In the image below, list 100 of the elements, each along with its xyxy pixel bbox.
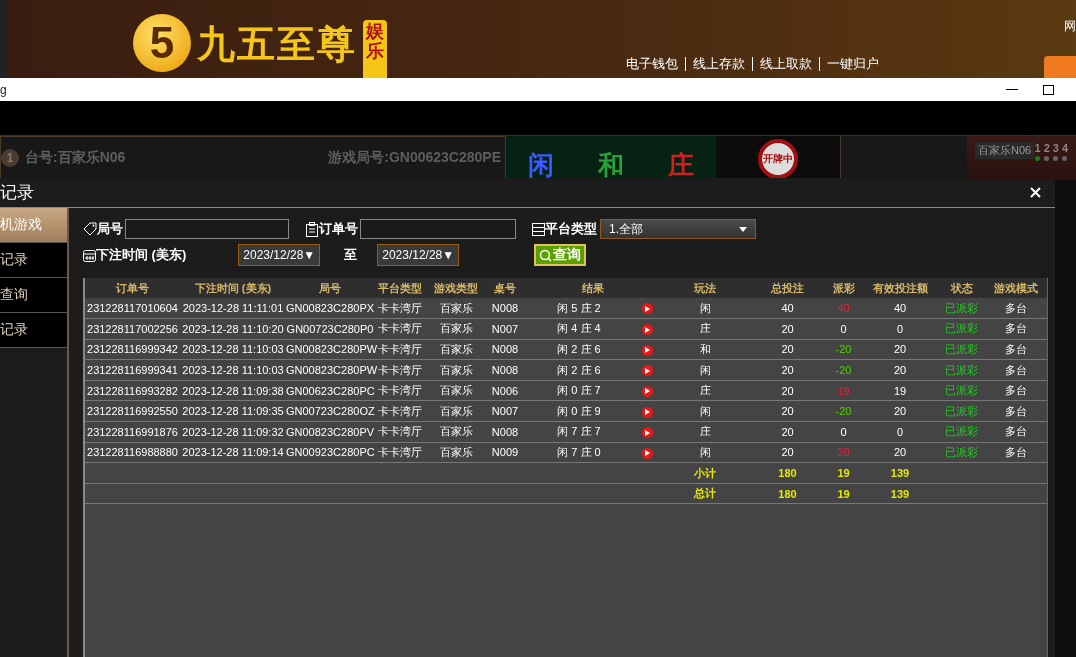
maximize-icon[interactable] <box>1043 84 1054 95</box>
table-cell: 闲 0 庄 7 <box>524 380 634 401</box>
play-icon <box>645 409 650 416</box>
table-cell: N008 <box>486 298 524 319</box>
nav-link[interactable]: 电子钱包 <box>619 57 685 71</box>
platform-select[interactable]: 1.全部 <box>600 219 756 239</box>
table-cell: 百家乐 <box>426 339 486 360</box>
status-cell: 已派彩 <box>939 421 984 443</box>
field-label: 平台类型 <box>545 220 597 238</box>
table-cell: 庄 <box>661 318 749 340</box>
table-cell: 231228116992550 <box>85 400 180 422</box>
round-input[interactable] <box>125 219 289 239</box>
view-tab[interactable]: 1 <box>1034 142 1041 161</box>
view-tab[interactable]: 2 <box>1043 142 1050 161</box>
table-cell: 231228116993282 <box>85 380 180 401</box>
table-cell: 2023-12-28 11:10:20 <box>180 318 286 340</box>
payout-cell: 19 <box>826 380 861 401</box>
table-cell: 百家乐 <box>426 298 486 319</box>
column-header: 总投注 <box>749 278 826 298</box>
column-header: 下注时间 (美东) <box>180 278 286 298</box>
table-cell: GN00723C280P0 <box>286 318 374 340</box>
total-cell: 139 <box>861 462 939 484</box>
replay-button[interactable] <box>642 385 653 397</box>
nav-link[interactable]: 线上取款 <box>752 57 819 71</box>
corner-text: 网 <box>1064 18 1076 35</box>
table-cell: 20 <box>861 359 939 381</box>
total-cell: 139 <box>861 483 939 504</box>
nav-link[interactable]: 线上存款 <box>685 57 752 71</box>
table-cell: 百家乐 <box>426 421 486 443</box>
status-cell: 已派彩 <box>939 380 984 401</box>
table-cell: 20 <box>749 318 826 340</box>
order-input[interactable] <box>360 219 516 239</box>
table-cell: 0 <box>861 421 939 443</box>
logo-icon: 5 <box>133 14 191 72</box>
replay-button[interactable] <box>642 447 653 459</box>
close-icon <box>1030 187 1041 198</box>
table-cell: 40 <box>749 298 826 319</box>
replay-button[interactable] <box>642 303 653 315</box>
table-cell: GN00823C280PX <box>286 298 374 319</box>
table-cell: 卡卡湾厅 <box>374 442 426 463</box>
table-cell: 百家乐 <box>426 400 486 422</box>
table-cell: 2023-12-28 11:09:35 <box>180 400 286 422</box>
table-cell: 闲 <box>661 298 749 319</box>
search-icon <box>539 248 553 262</box>
replay-button[interactable] <box>642 344 653 356</box>
table-cell: 多台 <box>984 339 1047 360</box>
table-cell: 231228117002256 <box>85 318 180 340</box>
table-cell: N006 <box>486 380 524 401</box>
close-button[interactable] <box>1030 187 1041 198</box>
table-cell: 231228116999341 <box>85 359 180 381</box>
replay-button[interactable] <box>642 324 653 336</box>
play-icon <box>645 367 650 374</box>
table-cell: 闲 7 庄 0 <box>524 442 634 463</box>
range-separator: 至 <box>344 246 358 264</box>
table-cell: 20 <box>749 339 826 360</box>
replay-button[interactable] <box>642 365 653 377</box>
table-cell: GN00723C280OZ <box>286 400 374 422</box>
table-cell: 多台 <box>984 400 1047 422</box>
bet-area-label: 庄 <box>668 149 694 180</box>
play-icon <box>645 450 650 457</box>
table-cell: 231228117010604 <box>85 298 180 319</box>
date-picker[interactable]: 2023/12/28▼ <box>238 244 321 266</box>
table-cell: GN00623C280PC <box>286 380 374 401</box>
replay-button[interactable] <box>642 406 653 418</box>
minimize-icon[interactable] <box>1006 88 1018 91</box>
column-header: 游戏模式 <box>984 278 1047 298</box>
table-cell: 闲 2 庄 6 <box>524 359 634 381</box>
column-header: 状态 <box>939 278 984 298</box>
table-number-badge: 1 <box>1 149 19 167</box>
nav-link[interactable]: 一键归户 <box>819 57 886 71</box>
view-tab[interactable]: 4 <box>1061 142 1068 161</box>
table-name: 台号:百家乐N06 <box>25 149 127 167</box>
total-cell: 19 <box>826 462 861 484</box>
table-cell: 20 <box>749 359 826 381</box>
table-cell: N008 <box>486 359 524 381</box>
total-label: 总计 <box>661 483 749 504</box>
total-cell: 180 <box>749 483 826 504</box>
total-cell: 19 <box>826 483 861 504</box>
field-label: 订单号 <box>319 220 358 238</box>
table-cell: 19 <box>861 380 939 401</box>
sidebar-item[interactable]: 记录 <box>0 243 67 278</box>
view-tab[interactable]: 3 <box>1052 142 1059 161</box>
table-cell: 231228116999342 <box>85 339 180 360</box>
bet-area-label: 闲 <box>528 149 554 180</box>
table-cell: 20 <box>749 442 826 463</box>
table-cell: 庄 <box>661 421 749 443</box>
table-cell: 多台 <box>984 380 1047 401</box>
table-cell: 231228116988880 <box>85 442 180 463</box>
sidebar-item[interactable]: 记录 <box>0 313 67 348</box>
table-cell: 闲 <box>661 359 749 381</box>
table-cell: 卡卡湾厅 <box>374 380 426 401</box>
bet-area-label: 和 <box>598 149 624 180</box>
table-cell: 20 <box>861 400 939 422</box>
sidebar-item[interactable]: 查询 <box>0 278 67 313</box>
table-cell: 2023-12-28 11:11:01 <box>180 298 286 319</box>
video-label: 百家乐N06 <box>975 142 1035 159</box>
replay-button[interactable] <box>642 427 653 439</box>
table-cell: 多台 <box>984 359 1047 381</box>
table-cell: 20 <box>861 442 939 463</box>
date-picker[interactable]: 2023/12/28▼ <box>377 244 460 266</box>
